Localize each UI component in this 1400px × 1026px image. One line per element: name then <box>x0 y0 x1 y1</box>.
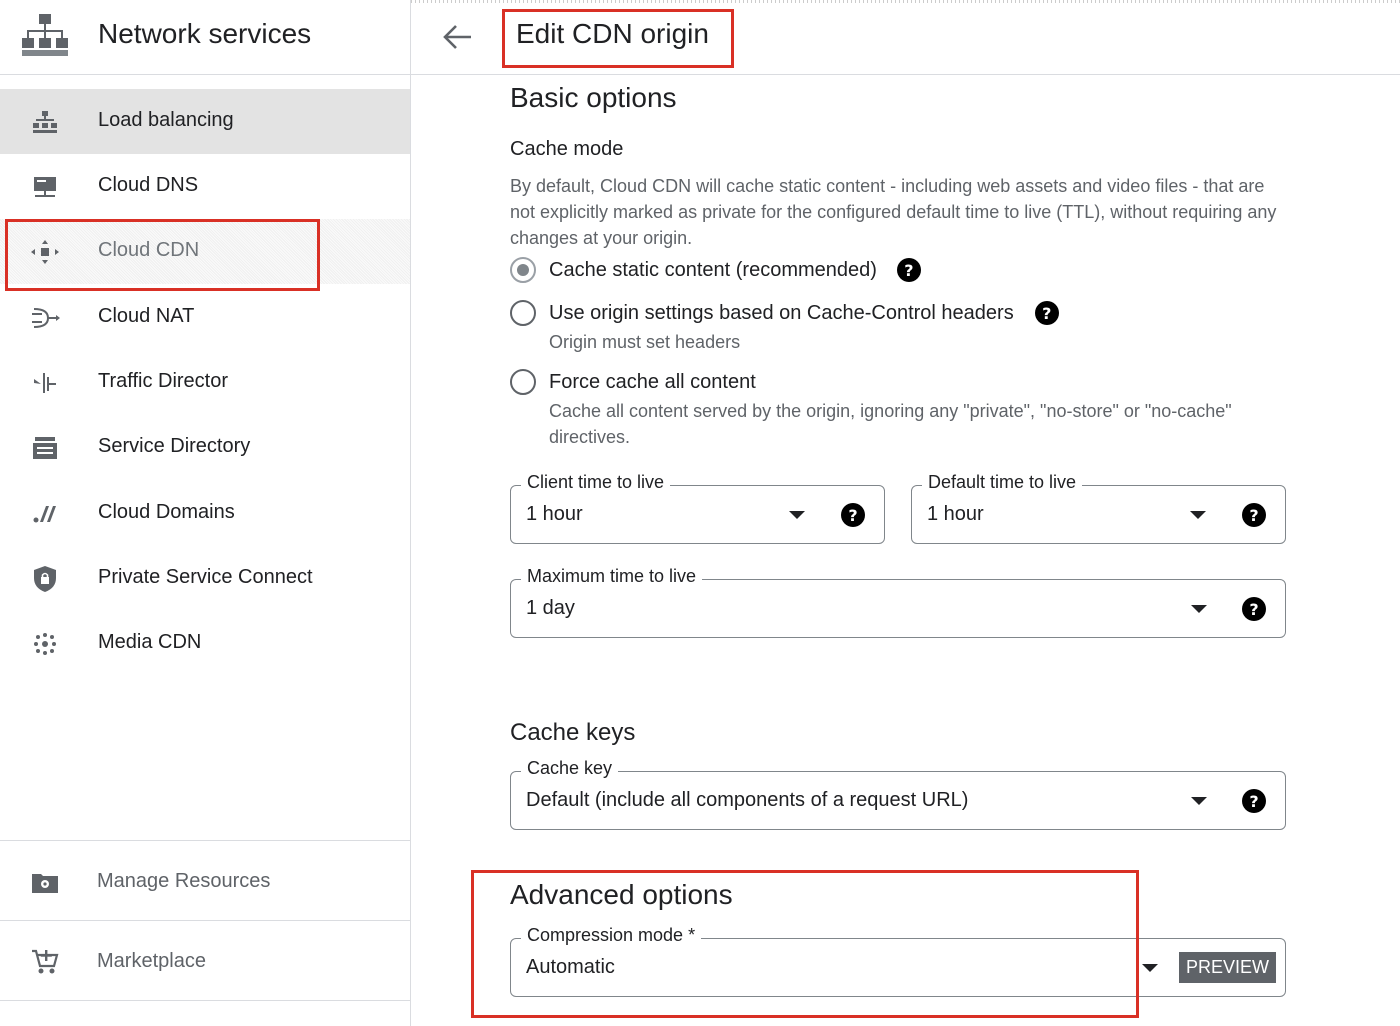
help-icon[interactable]: ? <box>1242 789 1266 813</box>
cloud-nat-icon <box>30 305 60 331</box>
sidebar-divider <box>0 1000 410 1001</box>
radio-cache-static[interactable]: Cache static content (recommended) ? <box>510 257 921 283</box>
radio-label: Force cache all content <box>549 370 756 393</box>
sidebar-item-label: Cloud Domains <box>98 501 235 523</box>
chevron-down-icon[interactable] <box>1142 964 1158 972</box>
arrow-left-icon[interactable] <box>441 20 475 54</box>
network-services-icon <box>22 14 68 56</box>
sidebar-item-label: Media CDN <box>98 631 202 653</box>
radio-hint: Origin must set headers <box>549 332 741 352</box>
default-ttl-select[interactable]: Default time to live 1 hour ? <box>911 472 1286 544</box>
media-cdn-icon <box>30 631 60 657</box>
main-content: Basic options Cache mode By default, Clo… <box>411 76 1400 1026</box>
sidebar-item-label: Load balancing <box>98 109 234 131</box>
field-value: Automatic <box>526 956 615 978</box>
sidebar-item-cloud-domains[interactable]: Cloud Domains <box>0 481 410 546</box>
help-icon[interactable]: ? <box>1034 301 1059 325</box>
help-icon[interactable]: ? <box>841 503 865 527</box>
sidebar-item-label: Service Directory <box>98 435 251 457</box>
compression-mode-select[interactable]: Compression mode * Automatic PREVIEW <box>510 925 1286 997</box>
page-title: Edit CDN origin <box>516 18 709 49</box>
sidebar-item-traffic-director[interactable]: Traffic Director <box>0 350 410 415</box>
field-label: Client time to live <box>521 472 671 493</box>
sidebar-divider <box>0 840 410 841</box>
help-icon[interactable]: ? <box>1242 503 1266 527</box>
sidebar-item-label: Manage Resources <box>97 870 271 892</box>
chevron-down-icon[interactable] <box>1190 511 1206 519</box>
cache-keys-heading: Cache keys <box>510 719 636 746</box>
sidebar-item-label: Marketplace <box>97 950 206 972</box>
basic-options-heading: Basic options <box>510 82 677 113</box>
cloud-dns-icon <box>30 174 60 200</box>
field-label: Cache key <box>521 758 619 779</box>
sidebar-divider <box>0 920 410 921</box>
field-value: 1 day <box>526 597 575 619</box>
sidebar-item-private-service-connect[interactable]: Private Service Connect <box>0 546 410 611</box>
sidebar-item-label: Cloud DNS <box>98 174 199 196</box>
chevron-down-icon[interactable] <box>789 511 805 519</box>
field-value: 1 hour <box>526 503 583 525</box>
sidebar-item-marketplace[interactable]: Marketplace <box>0 922 410 1000</box>
help-icon[interactable]: ? <box>1242 597 1266 621</box>
radio-use-origin-headers[interactable]: Use origin settings based on Cache-Contr… <box>510 300 1059 326</box>
radio-label: Cache static content (recommended) <box>549 258 877 281</box>
radio-button[interactable] <box>510 257 536 283</box>
load-balancing-icon <box>30 109 60 135</box>
cache-mode-description: By default, Cloud CDN will cache static … <box>510 176 1277 248</box>
preview-badge: PREVIEW <box>1179 952 1277 983</box>
radio-label: Use origin settings based on Cache-Contr… <box>549 301 1014 324</box>
radio-button[interactable] <box>510 369 536 395</box>
help-icon[interactable]: ? <box>896 258 921 282</box>
sidebar: Network services Load balancing Cloud DN… <box>0 0 411 1026</box>
marketplace-icon <box>30 948 60 976</box>
advanced-options-heading: Advanced options <box>510 879 733 910</box>
sidebar-item-cloud-dns[interactable]: Cloud DNS <box>0 154 410 219</box>
sidebar-item-service-directory[interactable]: Service Directory <box>0 415 410 480</box>
cloud-domains-icon <box>30 501 60 527</box>
chevron-down-icon[interactable] <box>1191 605 1207 613</box>
traffic-director-icon <box>30 370 60 396</box>
manage-resources-icon <box>30 868 60 896</box>
sidebar-item-label: Cloud NAT <box>98 305 195 327</box>
field-label: Default time to live <box>922 472 1083 493</box>
chevron-down-icon[interactable] <box>1191 797 1207 805</box>
radio-force-cache-all[interactable]: Force cache all content <box>510 369 756 395</box>
service-directory-icon <box>30 435 60 461</box>
sidebar-item-cloud-nat[interactable]: Cloud NAT <box>0 285 410 350</box>
sidebar-item-cloud-cdn[interactable]: Cloud CDN <box>0 219 410 284</box>
cache-key-select[interactable]: Cache key Default (include all component… <box>510 758 1286 830</box>
sidebar-item-label: Traffic Director <box>98 370 229 392</box>
radio-button[interactable] <box>510 300 536 326</box>
radio-hint: Cache all content served by the origin, … <box>549 401 1232 447</box>
sidebar-item-load-balancing[interactable]: Load balancing <box>0 89 410 154</box>
field-value: Default (include all components of a req… <box>526 789 969 811</box>
sidebar-item-manage-resources[interactable]: Manage Resources <box>0 842 410 920</box>
max-ttl-select[interactable]: Maximum time to live 1 day ? <box>510 566 1286 638</box>
field-value: 1 hour <box>927 503 984 525</box>
cache-mode-heading: Cache mode <box>510 138 624 160</box>
page-header: Edit CDN origin <box>411 0 1400 75</box>
cloud-cdn-icon <box>30 239 60 265</box>
client-ttl-select[interactable]: Client time to live 1 hour ? <box>510 472 885 544</box>
private-service-connect-icon <box>30 566 60 592</box>
sidebar-title: Network services <box>98 18 312 49</box>
sidebar-item-label: Private Service Connect <box>98 566 313 588</box>
sidebar-header: Network services <box>0 0 410 75</box>
sidebar-item-label: Cloud CDN <box>98 239 200 261</box>
sidebar-item-media-cdn[interactable]: Media CDN <box>0 611 410 676</box>
field-label: Maximum time to live <box>521 566 703 587</box>
field-label: Compression mode * <box>521 925 702 946</box>
